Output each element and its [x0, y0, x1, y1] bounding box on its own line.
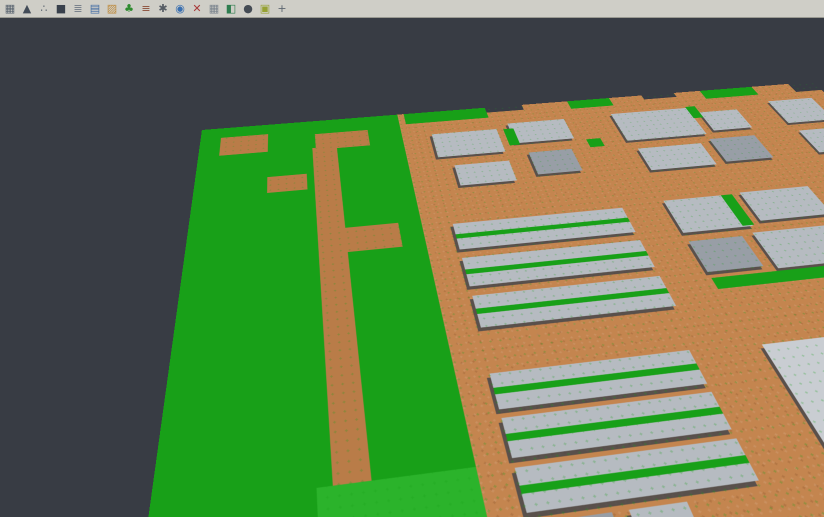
building-roof [700, 109, 753, 130]
vegetation-patch [149, 114, 476, 509]
building-roof [432, 129, 506, 157]
folder-open-icon[interactable]: ▨ [104, 1, 120, 16]
building-roof [454, 160, 516, 185]
bare-ground-patch [345, 222, 403, 251]
layers-icon[interactable]: ≣ [70, 1, 86, 16]
delete-icon[interactable]: ✕ [189, 1, 205, 16]
grid-icon[interactable]: ▦ [206, 1, 222, 16]
dark-view-icon[interactable]: ■ [53, 1, 69, 16]
vegetation-patch [586, 138, 605, 147]
sphere-render-icon[interactable]: ● [240, 1, 256, 16]
building-roof [762, 330, 824, 447]
bare-ground-patch [267, 173, 307, 192]
scalar-field-icon[interactable]: ▤ [87, 1, 103, 16]
building-roof [799, 127, 824, 152]
vegetation-class-icon[interactable]: ♣ [121, 1, 137, 16]
point-cloud-icon[interactable]: ∴ [36, 1, 52, 16]
terrain-edge-gap [641, 93, 676, 100]
point-cloud-model [0, 82, 824, 517]
settings-icon[interactable]: ✱ [155, 1, 171, 16]
vegetation-patch [700, 87, 759, 99]
building-roof [689, 236, 764, 272]
building-roof [529, 148, 583, 174]
vegetation-patch [567, 98, 614, 109]
building-roof [638, 143, 717, 170]
vegetation-patch [404, 107, 489, 123]
globe-icon[interactable]: ◉ [172, 1, 188, 16]
building-roof [709, 135, 773, 161]
classification-icon[interactable]: ◧ [223, 1, 239, 16]
palette-icon[interactable]: ▣ [257, 1, 273, 16]
terrain-class-icon[interactable]: ≡ [138, 1, 154, 16]
window-layout-icon[interactable]: ▦ [2, 1, 18, 16]
building-roof [739, 186, 824, 221]
building-roof [534, 512, 624, 517]
mesh-triangle-icon[interactable]: ▲ [19, 1, 35, 16]
toolbar: ▦▲∴■≣▤▨♣≡✱◉✕▦◧●▣+ [0, 0, 824, 18]
building-roof [629, 501, 700, 517]
bare-ground-patch [219, 134, 268, 156]
viewport-3d[interactable] [0, 18, 824, 517]
terrain-edge-gap [788, 82, 822, 92]
application-window: ▦▲∴■≣▤▨♣≡✱◉✕▦◧●▣+ [0, 0, 824, 517]
building-roof [768, 97, 824, 122]
building-roof [752, 223, 824, 267]
warehouse-roof [472, 275, 676, 327]
picker-icon[interactable]: + [274, 1, 290, 16]
